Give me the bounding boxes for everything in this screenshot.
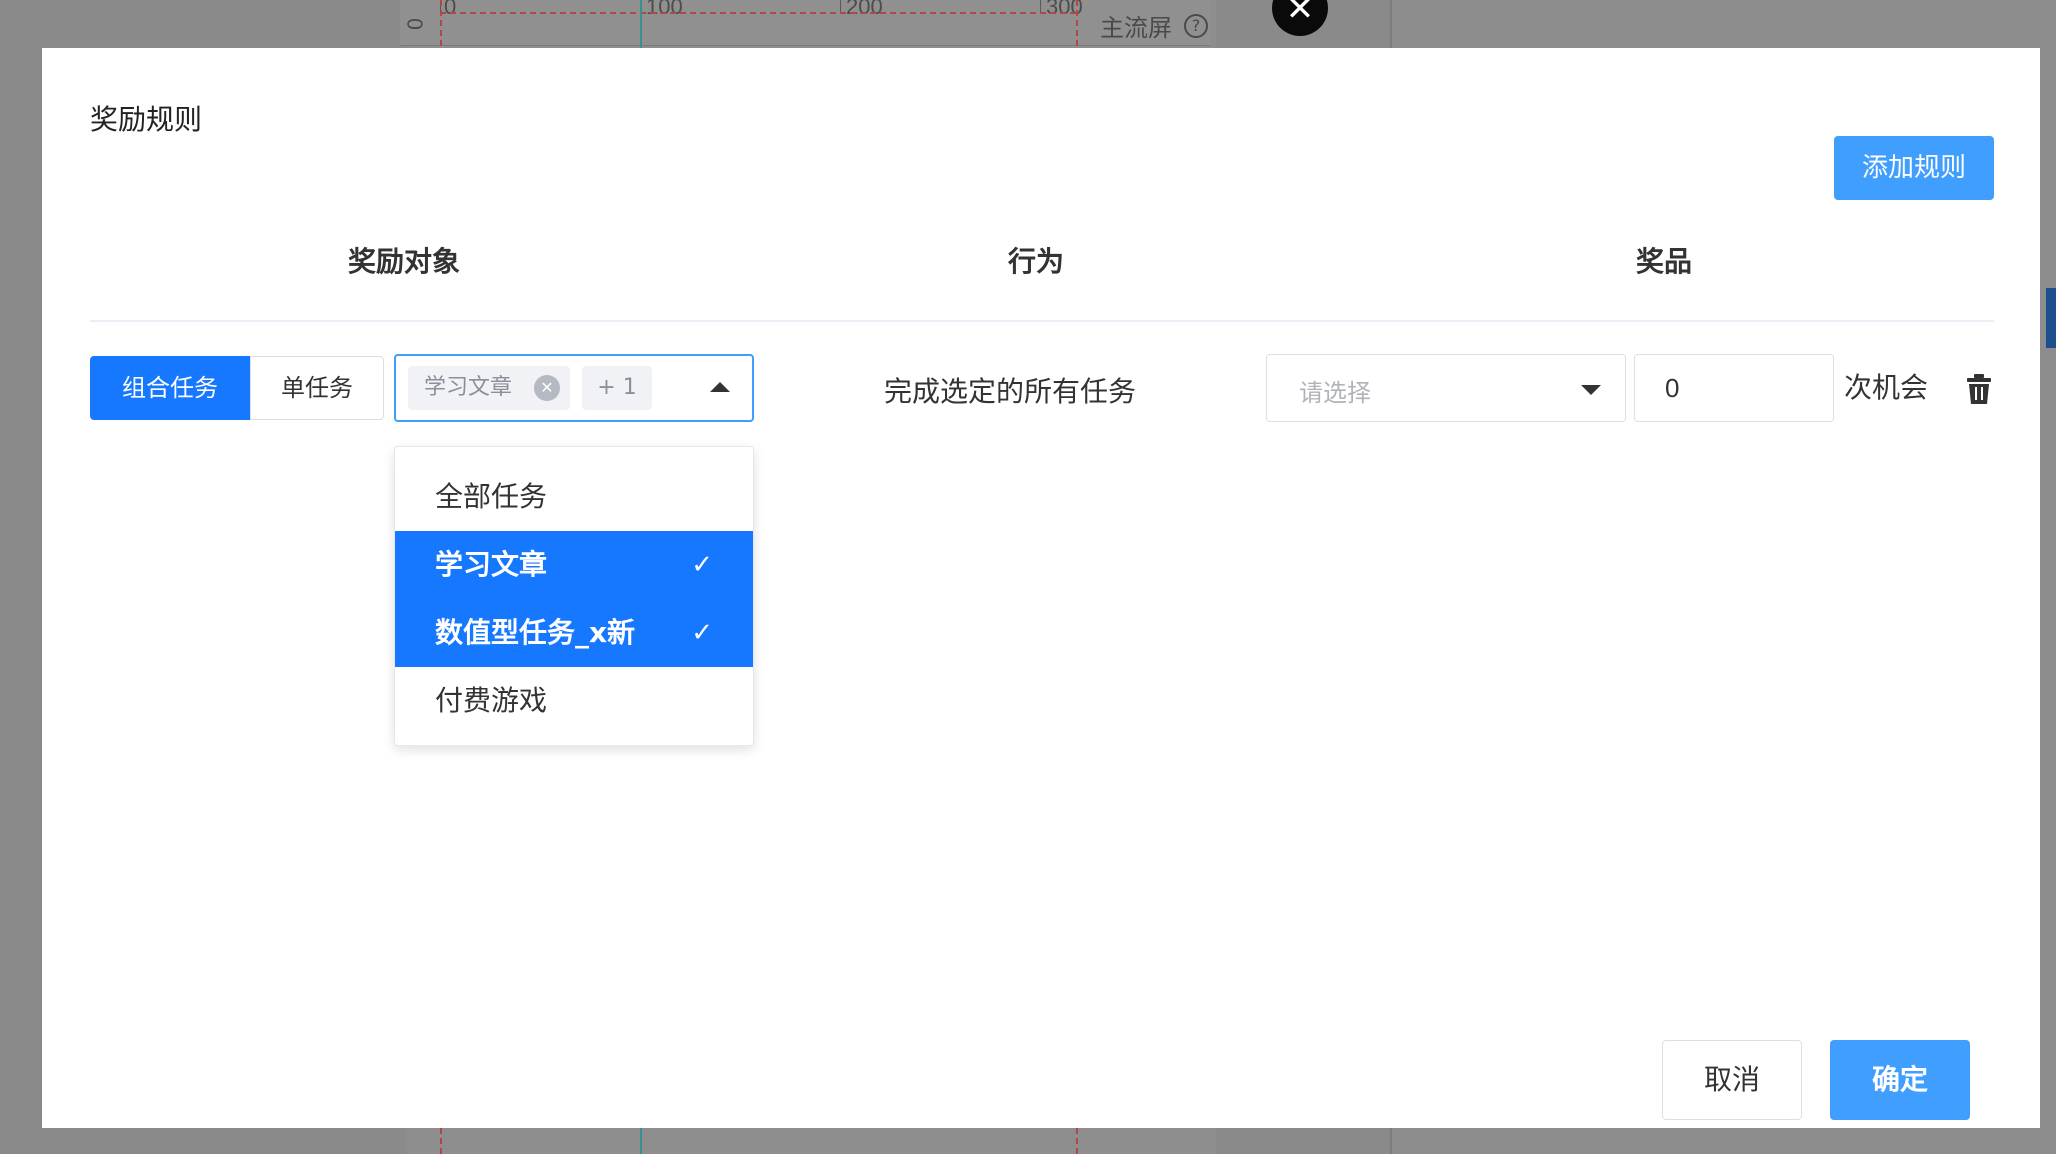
dropdown-option[interactable]: 学习文章 ✓ <box>395 531 753 599</box>
canvas-guide-top <box>440 12 1076 14</box>
task-dropdown: 全部任务 学习文章 ✓ 数值型任务_x新 ✓ 付费游戏 <box>394 446 754 746</box>
header-divider <box>90 320 1994 322</box>
top-ruler: 0 0 100 200 300 <box>400 0 1210 46</box>
behavior-text: 完成选定的所有任务 <box>884 375 1137 408</box>
check-icon: ✓ <box>691 550 713 580</box>
prize-select-placeholder: 请选择 <box>1299 379 1371 407</box>
reward-rules-modal: 奖励规则 添加规则 奖励对象 行为 奖品 组合任务 单任务 学习文章 ✕ + 1… <box>42 48 2040 1128</box>
ruler-label: 200 <box>846 0 883 19</box>
main-screen-label: 主流屏 <box>1100 14 1172 42</box>
segment-combined-task[interactable]: 组合任务 <box>90 356 250 420</box>
dropdown-option[interactable]: 付费游戏 <box>395 667 753 735</box>
caret-down-icon <box>1581 385 1601 395</box>
cancel-button[interactable]: 取消 <box>1662 1040 1802 1120</box>
selected-task-tag-label: 学习文章 <box>424 375 513 400</box>
dropdown-option-label: 学习文章 <box>435 548 548 581</box>
selected-task-tag: 学习文章 ✕ <box>408 366 570 410</box>
task-multi-select[interactable]: 学习文章 ✕ + 1 <box>394 354 754 422</box>
chance-count-input[interactable] <box>1634 354 1834 422</box>
dropdown-option[interactable]: 全部任务 <box>395 463 753 531</box>
column-header-behavior: 行为 <box>1008 245 1065 278</box>
modal-title: 奖励规则 <box>90 103 203 136</box>
column-header-prize: 奖品 <box>1636 245 1693 278</box>
dropdown-option-label: 全部任务 <box>435 480 548 513</box>
ruler-label: 100 <box>646 0 683 19</box>
ruler-label-vertical: 0 <box>402 17 427 31</box>
help-icon: ? <box>1184 14 1208 38</box>
check-icon: ✓ <box>691 618 713 648</box>
prize-select[interactable]: 请选择 <box>1266 354 1626 422</box>
chance-suffix: 次机会 <box>1844 371 1929 404</box>
close-icon: ✕ <box>1285 0 1315 29</box>
column-header-target: 奖励对象 <box>348 245 461 278</box>
delete-rule-icon[interactable] <box>1966 374 1992 404</box>
segment-single-task[interactable]: 单任务 <box>250 356 384 420</box>
dropdown-option-label: 付费游戏 <box>435 684 548 717</box>
right-panel-accent <box>2046 288 2056 348</box>
dropdown-option-label: 数值型任务_x新 <box>435 616 636 649</box>
dropdown-option[interactable]: 数值型任务_x新 ✓ <box>395 599 753 667</box>
tag-remove-icon[interactable]: ✕ <box>534 375 560 401</box>
more-tags-count: + 1 <box>582 366 652 410</box>
caret-up-icon <box>710 382 730 392</box>
confirm-button[interactable]: 确定 <box>1830 1040 1970 1120</box>
add-rule-button[interactable]: 添加规则 <box>1834 136 1994 200</box>
ruler-label: 0 <box>444 0 457 19</box>
